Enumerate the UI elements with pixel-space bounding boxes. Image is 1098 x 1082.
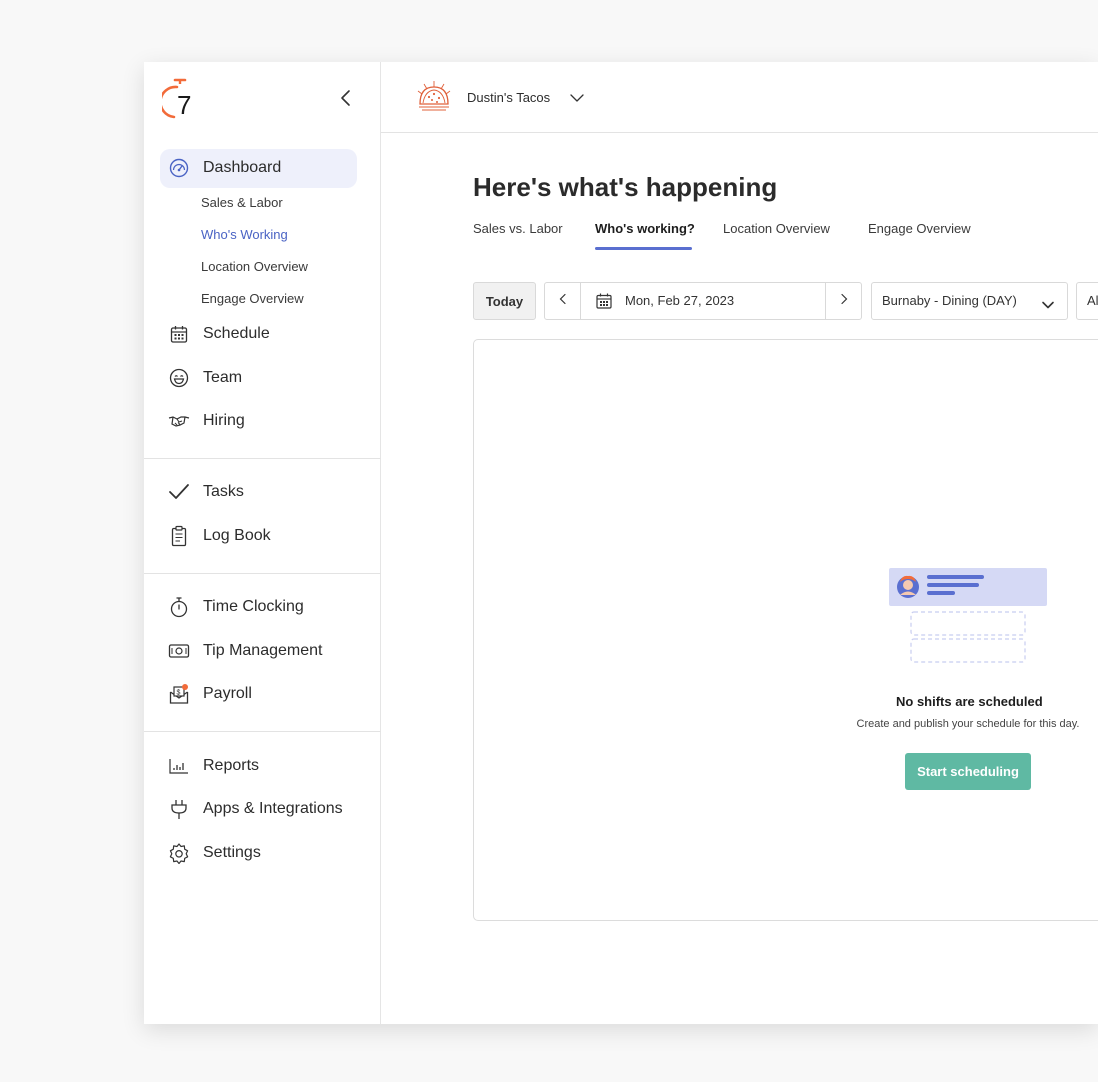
smiley-icon [168, 367, 190, 389]
clipboard-icon [168, 525, 190, 547]
calendar-icon [168, 323, 190, 345]
sidebar-item-log-book[interactable]: Log Book [168, 524, 271, 548]
sidebar-item-settings[interactable]: Settings [168, 841, 261, 865]
sidebar-item-tip-management[interactable]: Tip Management [168, 639, 322, 663]
sidebar-item-label: Team [203, 369, 243, 386]
handshake-icon [168, 410, 190, 432]
checkmark-icon [168, 481, 190, 503]
cash-icon [168, 640, 190, 662]
business-logo [416, 79, 452, 115]
sidebar-item-label: Reports [203, 757, 260, 774]
bar-chart-icon [168, 755, 190, 777]
sidebar-subitem-sales-labor[interactable]: Sales & Labor [201, 195, 283, 210]
sidebar-subitem-whos-working[interactable]: Who's Working [201, 227, 288, 242]
app-logo[interactable]: 7 [159, 76, 198, 120]
tab-sales-vs-labor[interactable]: Sales vs. Labor [473, 221, 563, 236]
start-scheduling-button[interactable]: Start scheduling [905, 753, 1031, 790]
sidebar-item-label: Hiring [203, 412, 245, 429]
sidebar-item-label: Apps & Integrations [203, 800, 343, 817]
sidebar-item-label: Settings [203, 844, 261, 861]
sidebar-item-label: Payroll [203, 685, 252, 702]
stopwatch-icon [168, 596, 190, 618]
sidebar-item-team[interactable]: Team [168, 366, 242, 390]
sidebar-divider [144, 573, 381, 574]
plug-icon [168, 798, 190, 820]
sidebar-item-label: Schedule [203, 325, 270, 342]
calendar-icon[interactable] [595, 292, 613, 315]
sidebar-item-dashboard[interactable]: Dashboard [168, 156, 281, 180]
tab-engage-overview[interactable]: Engage Overview [868, 221, 971, 236]
app-window: 7 Dashboard Sales & Labor Who's Working … [144, 62, 1098, 1024]
svg-text:$: $ [177, 690, 181, 697]
sidebar: 7 Dashboard Sales & Labor Who's Working … [144, 62, 381, 1024]
today-button[interactable]: Today [473, 282, 536, 320]
location-select-value: Burnaby - Dining (DAY) [882, 293, 1017, 308]
sidebar-subitem-location-overview[interactable]: Location Overview [201, 259, 308, 274]
payroll-icon: $ [168, 683, 190, 705]
chevron-down-icon [1041, 297, 1055, 315]
sidebar-item-tasks[interactable]: Tasks [168, 480, 244, 504]
sidebar-item-label: Tip Management [203, 642, 323, 659]
sidebar-item-payroll[interactable]: $ Payroll [168, 682, 252, 706]
previous-day-button[interactable] [545, 283, 581, 319]
sidebar-divider [144, 731, 381, 732]
sidebar-subitem-engage-overview[interactable]: Engage Overview [201, 291, 304, 306]
tab-location-overview[interactable]: Location Overview [723, 221, 830, 236]
business-name[interactable]: Dustin's Tacos [467, 90, 550, 105]
empty-state-title: No shifts are scheduled [896, 694, 1043, 709]
filter-select[interactable]: Al [1076, 282, 1098, 320]
empty-state-subtitle: Create and publish your schedule for thi… [856, 718, 1080, 730]
next-day-button[interactable] [825, 283, 861, 319]
sidebar-item-label: Time Clocking [203, 598, 304, 615]
chevron-left-icon [558, 292, 568, 310]
gauge-icon [168, 157, 190, 179]
chevron-right-icon [839, 292, 849, 310]
logo-seven: 7 [177, 90, 191, 120]
active-tab-indicator [595, 247, 692, 250]
sidebar-item-reports[interactable]: Reports [168, 754, 259, 778]
sidebar-item-time-clocking[interactable]: Time Clocking [168, 595, 304, 619]
top-bar: Dustin's Tacos [381, 62, 1098, 133]
sidebar-divider [144, 458, 381, 459]
sidebar-item-label: Dashboard [203, 159, 282, 176]
date-picker: Mon, Feb 27, 2023 [544, 282, 862, 320]
empty-schedule-illustration [889, 568, 1047, 666]
location-select[interactable]: Burnaby - Dining (DAY) [871, 282, 1068, 320]
sidebar-item-hiring[interactable]: Hiring [168, 409, 245, 433]
sidebar-item-apps-integrations[interactable]: Apps & Integrations [168, 797, 343, 821]
collapse-sidebar-button[interactable] [336, 86, 356, 110]
gear-icon [168, 842, 190, 864]
page-title: Here's what's happening [473, 172, 778, 202]
sidebar-item-schedule[interactable]: Schedule [168, 322, 270, 346]
filter-select-value: Al [1087, 293, 1098, 308]
sidebar-item-label: Tasks [203, 483, 244, 500]
selected-date[interactable]: Mon, Feb 27, 2023 [625, 293, 734, 308]
tab-whos-working[interactable]: Who's working? [595, 221, 695, 236]
chevron-down-icon[interactable] [569, 91, 585, 109]
sidebar-item-label: Log Book [203, 527, 271, 544]
